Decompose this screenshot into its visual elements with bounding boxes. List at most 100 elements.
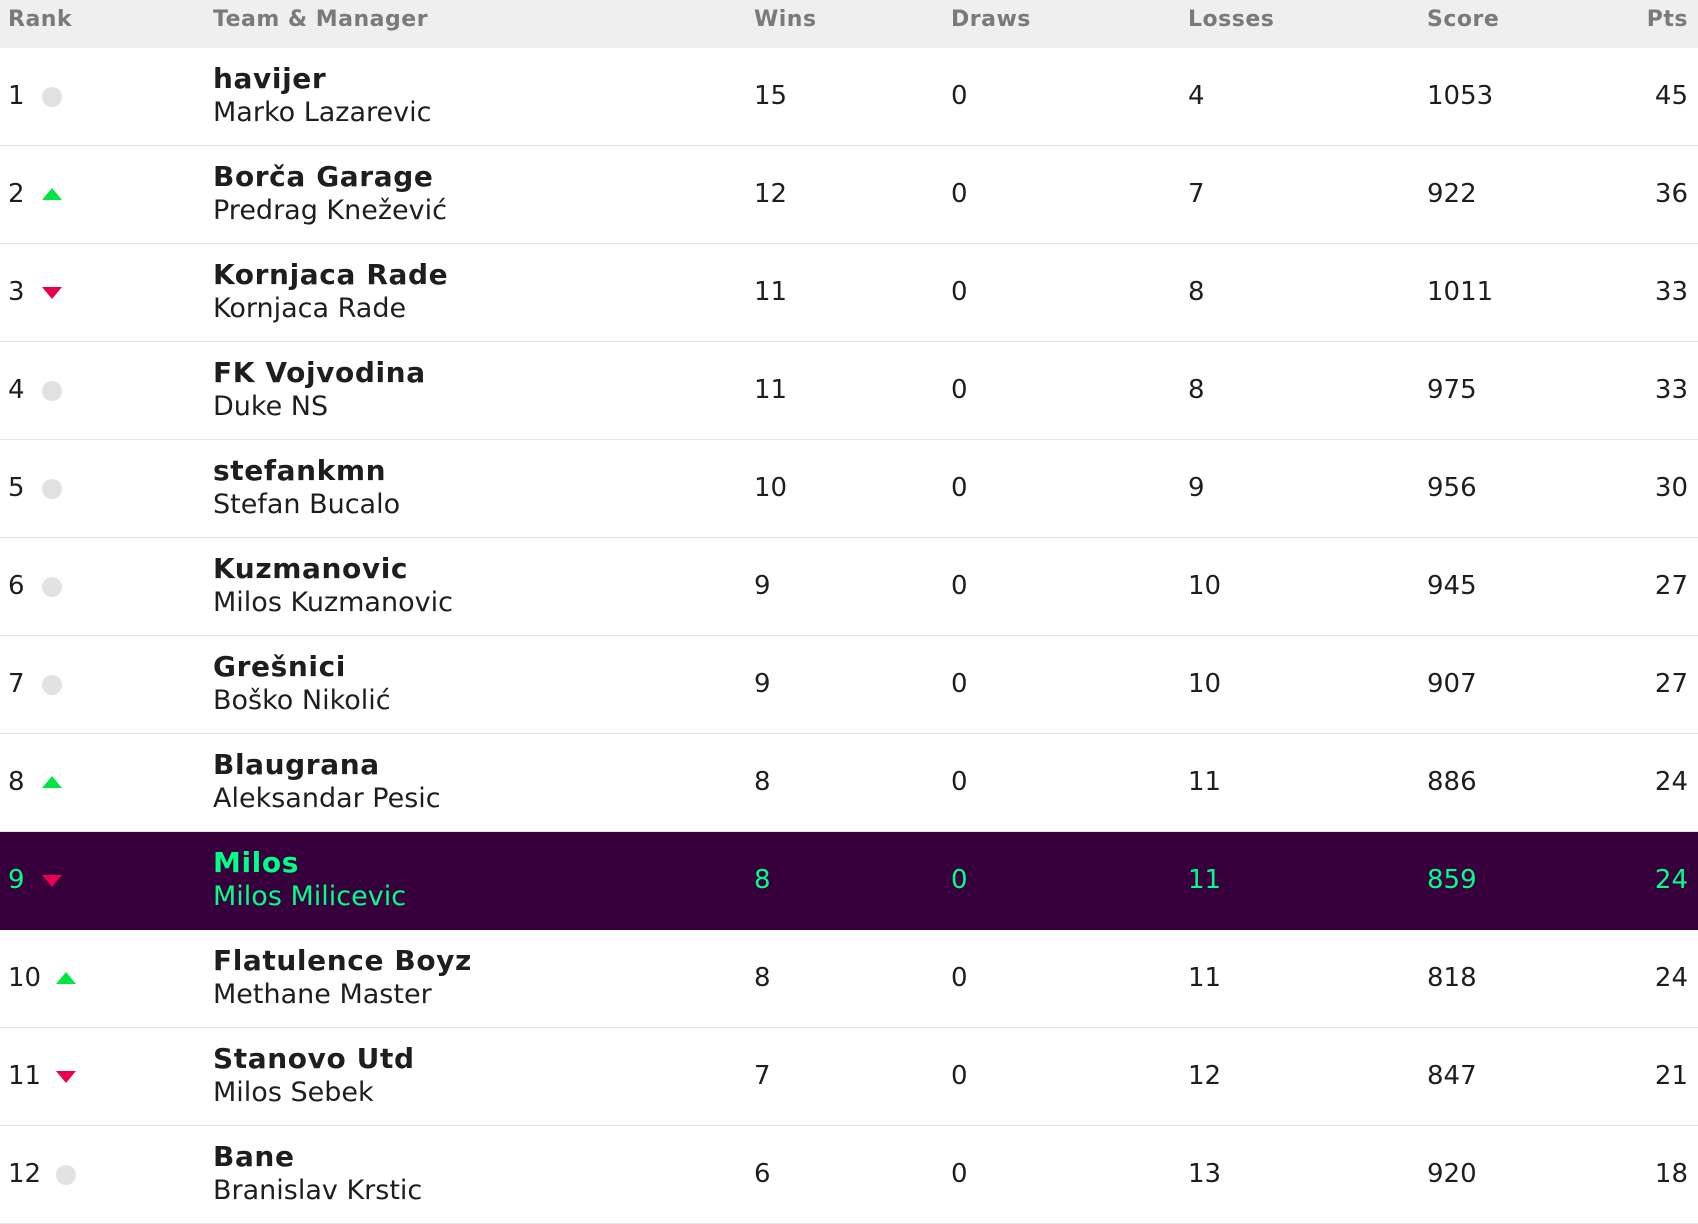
draws-value: 0: [951, 277, 968, 307]
team-name[interactable]: Kornjaca Rade: [213, 258, 733, 292]
team-manager[interactable]: Milos Milos Milicevic: [213, 846, 733, 914]
draws-value: 0: [951, 767, 968, 797]
team-manager[interactable]: havijer Marko Lazarevic: [213, 62, 733, 130]
score-value: 975: [1427, 375, 1477, 405]
team-manager[interactable]: Kuzmanovic Milos Kuzmanovic: [213, 552, 733, 620]
header-losses[interactable]: Losses: [1188, 0, 1274, 48]
rank-number: 3: [8, 277, 25, 307]
team-manager[interactable]: Flatulence Boyz Methane Master: [213, 944, 733, 1012]
draws-value: 0: [951, 179, 968, 209]
header-team-manager[interactable]: Team & Manager: [213, 0, 428, 48]
header-pts[interactable]: Pts: [1647, 0, 1688, 48]
table-row[interactable]: 8 Blaugrana Aleksandar Pesic 8 0 11 886 24: [0, 734, 1698, 832]
rank-number: 7: [8, 669, 25, 699]
header-score[interactable]: Score: [1427, 0, 1499, 48]
wins-value: 9: [754, 669, 771, 699]
rank-number: 6: [8, 571, 25, 601]
team-name[interactable]: Blaugrana: [213, 748, 733, 782]
team-manager[interactable]: Stanovo Utd Milos Sebek: [213, 1042, 733, 1110]
rank-number: 1: [8, 81, 25, 111]
manager-name: Methane Master: [213, 979, 432, 1010]
losses-value: 13: [1188, 1159, 1222, 1189]
wins-value: 6: [754, 1159, 771, 1189]
manager-name: Kornjaca Rade: [213, 293, 407, 324]
losses-value: 11: [1188, 963, 1222, 993]
rank-same-icon: [56, 1165, 76, 1185]
rank-number: 4: [8, 375, 25, 405]
table-row[interactable]: 5 stefankmn Stefan Bucalo 10 0 9 956 30: [0, 440, 1698, 538]
team-name[interactable]: Grešnici: [213, 650, 733, 684]
team-manager[interactable]: Borča Garage Predrag Knežević: [213, 160, 733, 228]
pts-value: 33: [1654, 375, 1688, 405]
losses-value: 12: [1188, 1061, 1222, 1091]
team-manager[interactable]: FK Vojvodina Duke NS: [213, 356, 733, 424]
pts-value: 24: [1654, 865, 1688, 895]
team-manager[interactable]: Kornjaca Rade Kornjaca Rade: [213, 258, 733, 326]
rank-down-icon: [42, 287, 62, 299]
league-standings-table: Rank Team & Manager Wins Draws Losses Sc…: [0, 0, 1698, 1224]
wins-value: 9: [754, 571, 771, 601]
manager-name: Marko Lazarevic: [213, 97, 432, 128]
pts-value: 33: [1654, 277, 1688, 307]
header-draws[interactable]: Draws: [951, 0, 1031, 48]
team-manager[interactable]: stefankmn Stefan Bucalo: [213, 454, 733, 522]
team-name[interactable]: Milos: [213, 846, 733, 880]
losses-value: 11: [1188, 767, 1222, 797]
team-name[interactable]: Flatulence Boyz: [213, 944, 733, 978]
losses-value: 8: [1188, 375, 1205, 405]
draws-value: 0: [951, 473, 968, 503]
team-name[interactable]: Borča Garage: [213, 160, 733, 194]
table-row[interactable]: 2 Borča Garage Predrag Knežević 12 0 7 922 36: [0, 146, 1698, 244]
header-rank[interactable]: Rank: [8, 0, 72, 48]
table-row[interactable]: 9 Milos Milos Milicevic 8 0 11 859 24: [0, 832, 1698, 930]
pts-value: 36: [1654, 179, 1688, 209]
header-wins[interactable]: Wins: [754, 0, 817, 48]
manager-name: Branislav Krstic: [213, 1175, 423, 1206]
wins-value: 15: [754, 81, 788, 111]
table-row[interactable]: 10 Flatulence Boyz Methane Master 8 0 11 818 24: [0, 930, 1698, 1028]
rank-number: 2: [8, 179, 25, 209]
table-row[interactable]: 12 Bane Branislav Krstic 6 0 13 920 18: [0, 1126, 1698, 1224]
score-value: 818: [1427, 963, 1477, 993]
rank-same-icon: [42, 479, 62, 499]
losses-value: 10: [1188, 669, 1222, 699]
wins-value: 8: [754, 767, 771, 797]
rank-same-icon: [42, 381, 62, 401]
table-row[interactable]: 7 Grešnici Boško Nikolić 9 0 10 907 27: [0, 636, 1698, 734]
losses-value: 4: [1188, 81, 1205, 111]
rank-number: 5: [8, 473, 25, 503]
team-manager[interactable]: Blaugrana Aleksandar Pesic: [213, 748, 733, 816]
team-name[interactable]: Kuzmanovic: [213, 552, 733, 586]
score-value: 920: [1427, 1159, 1477, 1189]
pts-value: 21: [1654, 1061, 1688, 1091]
manager-name: Milos Sebek: [213, 1077, 374, 1108]
team-name[interactable]: stefankmn: [213, 454, 733, 488]
team-name[interactable]: havijer: [213, 62, 733, 96]
score-value: 907: [1427, 669, 1477, 699]
table-row[interactable]: 11 Stanovo Utd Milos Sebek 7 0 12 847 21: [0, 1028, 1698, 1126]
score-value: 945: [1427, 571, 1477, 601]
score-value: 886: [1427, 767, 1477, 797]
rank-number: 8: [8, 767, 25, 797]
wins-value: 11: [754, 277, 788, 307]
team-manager[interactable]: Bane Branislav Krstic: [213, 1140, 733, 1208]
pts-value: 27: [1654, 669, 1688, 699]
score-value: 922: [1427, 179, 1477, 209]
team-manager[interactable]: Grešnici Boško Nikolić: [213, 650, 733, 718]
losses-value: 9: [1188, 473, 1205, 503]
team-name[interactable]: FK Vojvodina: [213, 356, 733, 390]
team-name[interactable]: Stanovo Utd: [213, 1042, 733, 1076]
rank-same-icon: [42, 87, 62, 107]
rank-same-icon: [42, 675, 62, 695]
pts-value: 45: [1654, 81, 1688, 111]
table-row[interactable]: 4 FK Vojvodina Duke NS 11 0 8 975 33: [0, 342, 1698, 440]
draws-value: 0: [951, 375, 968, 405]
table-row[interactable]: 6 Kuzmanovic Milos Kuzmanovic 9 0 10 945 27: [0, 538, 1698, 636]
table-row[interactable]: 3 Kornjaca Rade Kornjaca Rade 11 0 8 1011 33: [0, 244, 1698, 342]
table-row[interactable]: 1 havijer Marko Lazarevic 15 0 4 1053 45: [0, 48, 1698, 146]
table-header: Rank Team & Manager Wins Draws Losses Sc…: [0, 0, 1698, 48]
wins-value: 8: [754, 963, 771, 993]
team-name[interactable]: Bane: [213, 1140, 733, 1174]
losses-value: 7: [1188, 179, 1205, 209]
pts-value: 24: [1654, 767, 1688, 797]
